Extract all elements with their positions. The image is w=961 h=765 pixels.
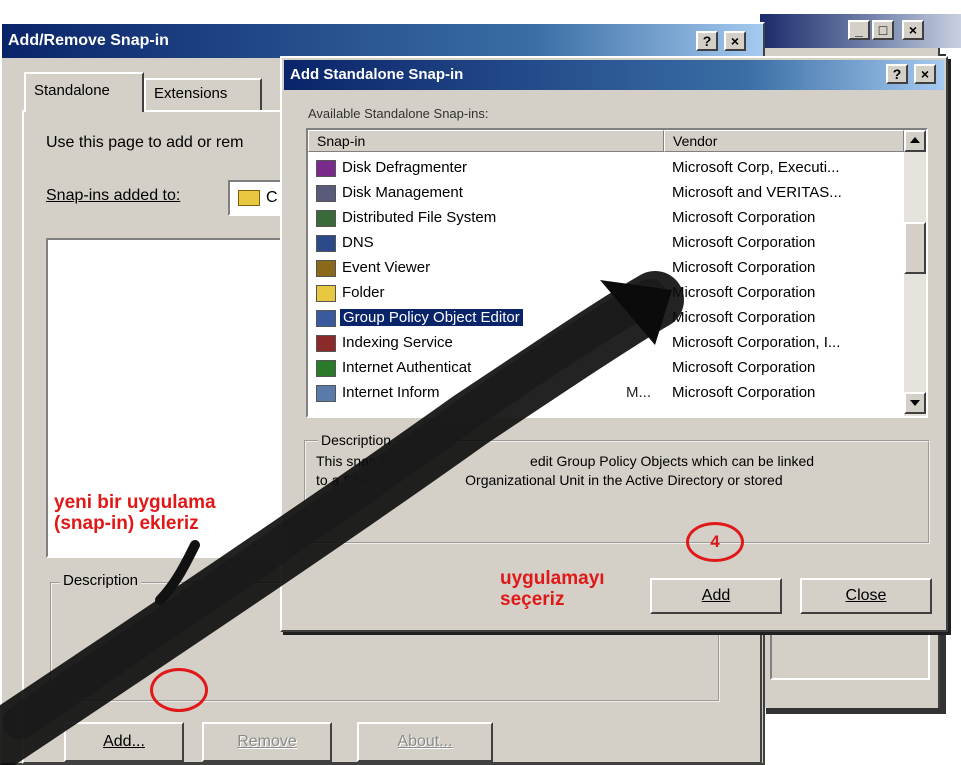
column-header-vendor[interactable]: Vendor xyxy=(664,130,904,152)
outer-minimize-button[interactable]: _ xyxy=(848,20,870,40)
about-button[interactable]: About... xyxy=(357,722,493,762)
standalone-description-text: This snap-in edit Group Policy Objects w… xyxy=(316,452,916,490)
group-policy-icon xyxy=(316,310,336,327)
list-item-vendor: Microsoft Corporation xyxy=(672,209,816,226)
scroll-up-arrow-icon xyxy=(910,137,920,143)
annotation-add-circle xyxy=(150,668,208,712)
snapin-listview[interactable]: Snap-in Vendor Disk Defragmenter Microsof… xyxy=(306,128,928,418)
list-item-vendor: Microsoft Corporation xyxy=(672,234,816,251)
scroll-down-arrow-icon xyxy=(910,400,920,406)
list-item[interactable]: Internet Authenticat Microsoft Corporatio… xyxy=(308,356,898,381)
column-header-snapin-label: Snap-in xyxy=(317,133,366,149)
ias-icon xyxy=(316,360,336,377)
list-item-vendor: Microsoft Corporation, I... xyxy=(672,334,841,351)
tab-extensions[interactable]: Extensions xyxy=(144,78,262,110)
add-standalone-title: Add Standalone Snap-in xyxy=(290,66,464,83)
add-button[interactable]: Add... xyxy=(64,722,184,762)
add-standalone-dialog: Add Standalone Snap-in ? × Available Sta… xyxy=(280,56,948,632)
snapins-added-value: C xyxy=(266,189,278,206)
list-item-name: Indexing Service xyxy=(342,334,453,351)
list-item-vendor: Microsoft and VERITAS... xyxy=(672,184,842,201)
remove-button[interactable]: Remove xyxy=(202,722,332,762)
list-item[interactable]: Event Viewer Microsoft Corporation xyxy=(308,256,898,281)
standalone-add-button[interactable]: Add xyxy=(650,578,782,614)
listview-scrollbar[interactable] xyxy=(904,130,926,416)
row-name-tail: M... xyxy=(626,384,651,401)
annotation-right-note: uygulamayı seçeriz xyxy=(500,568,605,610)
standalone-description-label: Description xyxy=(318,432,395,448)
dns-icon xyxy=(316,235,336,252)
add-remove-help-button[interactable]: ? xyxy=(696,31,718,51)
outer-maximize-button[interactable]: □ xyxy=(872,20,894,40)
list-item[interactable]: Distributed File System Microsoft Corpora… xyxy=(308,206,898,231)
tab-standalone-label: Standalone xyxy=(34,82,110,99)
list-item[interactable]: Internet Inform Microsoft Corporation xyxy=(308,381,898,406)
list-item-vendor: Microsoft Corporation xyxy=(672,309,816,326)
disk-icon xyxy=(316,185,336,202)
outer-window-panel xyxy=(770,630,930,680)
description-line-2: to a Site Organizational Unit in the Act… xyxy=(316,472,783,488)
outer-close-button[interactable]: × xyxy=(902,20,924,40)
list-item-name: Internet Inform xyxy=(342,384,440,401)
indexing-icon xyxy=(316,335,336,352)
tab-standalone[interactable]: Standalone xyxy=(24,72,144,112)
event-viewer-icon xyxy=(316,260,336,277)
list-item-vendor: Microsoft Corporation xyxy=(672,359,816,376)
standalone-close-button[interactable]: Close xyxy=(800,578,932,614)
annotation-left-note: yeni bir uygulama (snap-in) ekleriz xyxy=(54,492,216,534)
add-remove-close-button[interactable]: × xyxy=(724,31,746,51)
add-standalone-help-button[interactable]: ? xyxy=(886,64,908,84)
annotation-step-number: 4 xyxy=(710,532,720,551)
list-item[interactable]: Disk Defragmenter Microsoft Corp, Executi… xyxy=(308,156,898,181)
list-item-name: Group Policy Object Editor xyxy=(340,309,523,326)
annotation-step-circle: 4 xyxy=(686,522,744,562)
add-remove-title: Add/Remove Snap-in xyxy=(8,32,169,49)
description-line-1: This snap-in edit Group Policy Objects w… xyxy=(316,453,815,469)
list-item-vendor: Microsoft Corporation xyxy=(672,259,816,276)
list-item-name: Internet Authenticat xyxy=(342,359,472,376)
list-item-name: Distributed File System xyxy=(342,209,497,226)
list-item-name: Folder xyxy=(342,284,385,301)
list-item[interactable]: DNS Microsoft Corporation xyxy=(308,231,898,256)
add-standalone-titlebar: Add Standalone Snap-in xyxy=(284,60,944,90)
available-snapins-label: Available Standalone Snap-ins: xyxy=(308,106,489,121)
list-item-name: Disk Management xyxy=(342,184,463,201)
list-item-vendor: Microsoft Corp, Executi... xyxy=(672,159,840,176)
folder-icon xyxy=(316,285,336,302)
scroll-thumb[interactable] xyxy=(904,222,926,274)
list-item[interactable]: Folder Microsoft Corporation xyxy=(308,281,898,306)
dfs-icon xyxy=(316,210,336,227)
add-standalone-close-button[interactable]: × xyxy=(914,64,936,84)
scroll-up-button[interactable] xyxy=(904,130,926,152)
folder-icon xyxy=(238,190,260,206)
list-item-vendor: Microsoft Corporation xyxy=(672,284,816,301)
snapins-added-label: Snap-ins added to: xyxy=(46,187,181,204)
snapin-rows: Disk Defragmenter Microsoft Corp, Executi… xyxy=(308,156,906,416)
add-remove-titlebar: Add/Remove Snap-in xyxy=(2,24,763,58)
list-item-name: DNS xyxy=(342,234,374,251)
list-item[interactable]: Disk Management Microsoft and VERITAS... xyxy=(308,181,898,206)
scroll-down-button[interactable] xyxy=(904,392,926,414)
list-item[interactable]: Indexing Service Microsoft Corporation, I… xyxy=(308,331,898,356)
add-remove-description-label: Description xyxy=(60,572,142,589)
list-item-vendor: Microsoft Corporation xyxy=(672,384,816,401)
list-item-name: Event Viewer xyxy=(342,259,431,276)
defrag-icon xyxy=(316,160,336,177)
list-item[interactable]: Group Policy Object Editor Microsoft Corp… xyxy=(308,306,898,331)
tab-extensions-label: Extensions xyxy=(154,85,228,102)
column-header-vendor-label: Vendor xyxy=(673,133,718,149)
column-header-snapin[interactable]: Snap-in xyxy=(308,130,664,152)
list-item-name: Disk Defragmenter xyxy=(342,159,468,176)
intro-text: Use this page to add or rem xyxy=(46,134,244,151)
iis-icon xyxy=(316,385,336,402)
